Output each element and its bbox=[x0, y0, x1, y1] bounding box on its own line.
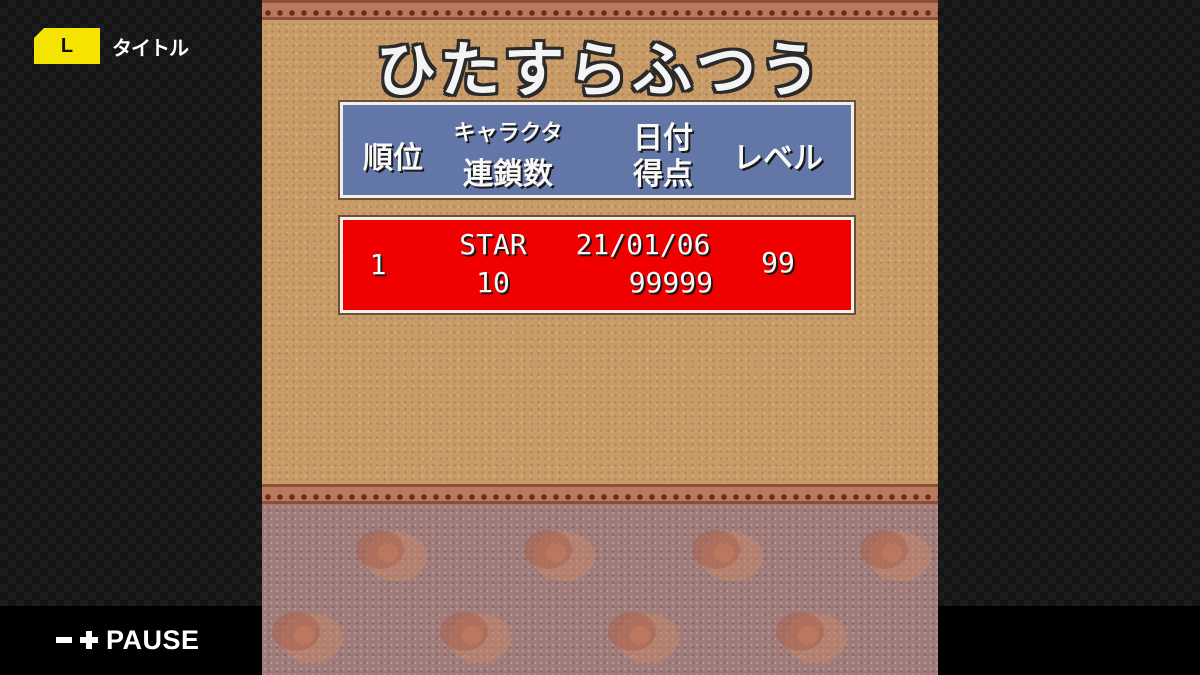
entry-character: STAR bbox=[459, 228, 527, 261]
rose-pattern bbox=[684, 518, 764, 588]
entry-date: 21/01/06 bbox=[575, 228, 711, 261]
header-level: レベル bbox=[733, 141, 823, 176]
mode-title: ひたすらふつう bbox=[376, 36, 824, 106]
ranking-header-panel: 順位 キャラクター 連鎖数 日付 得点 レベル bbox=[338, 100, 856, 200]
floor-pattern bbox=[262, 504, 938, 675]
rose-pattern bbox=[432, 600, 512, 670]
header-rank: 順位 bbox=[363, 141, 423, 176]
rose-pattern bbox=[852, 518, 932, 588]
pause-hint[interactable]: PAUSE bbox=[56, 618, 200, 662]
rose-pattern bbox=[348, 518, 428, 588]
l-button-icon: L bbox=[34, 28, 100, 64]
rose-pattern bbox=[516, 518, 596, 588]
minus-button-icon bbox=[56, 637, 72, 643]
pause-label: PAUSE bbox=[106, 624, 200, 655]
rose-pattern bbox=[264, 600, 344, 670]
rose-pattern bbox=[768, 600, 848, 670]
entry-score: 99999 bbox=[628, 266, 713, 299]
wall-border-bottom bbox=[262, 484, 938, 504]
l-button-hint[interactable]: L タイトル bbox=[34, 28, 189, 64]
rose-pattern bbox=[600, 600, 680, 670]
header-score: 得点 bbox=[633, 157, 693, 192]
l-button-action-label: タイトル bbox=[112, 35, 189, 60]
plus-button-icon bbox=[80, 631, 98, 649]
entry-rank: 1 bbox=[369, 248, 387, 281]
wall-border-top bbox=[262, 0, 938, 20]
game-screen: ひたすらふつう 順位 キャラクター 連鎖数 日付 得点 レベル 1 STAR 1… bbox=[262, 0, 938, 675]
ranking-entry-row: 1 STAR 10 21/01/06 99999 99 bbox=[338, 215, 856, 315]
entry-level: 99 bbox=[761, 246, 795, 279]
bottom-right-bar bbox=[938, 606, 1200, 675]
header-chain: 連鎖数 bbox=[463, 157, 553, 192]
entry-chain: 10 bbox=[476, 266, 510, 299]
